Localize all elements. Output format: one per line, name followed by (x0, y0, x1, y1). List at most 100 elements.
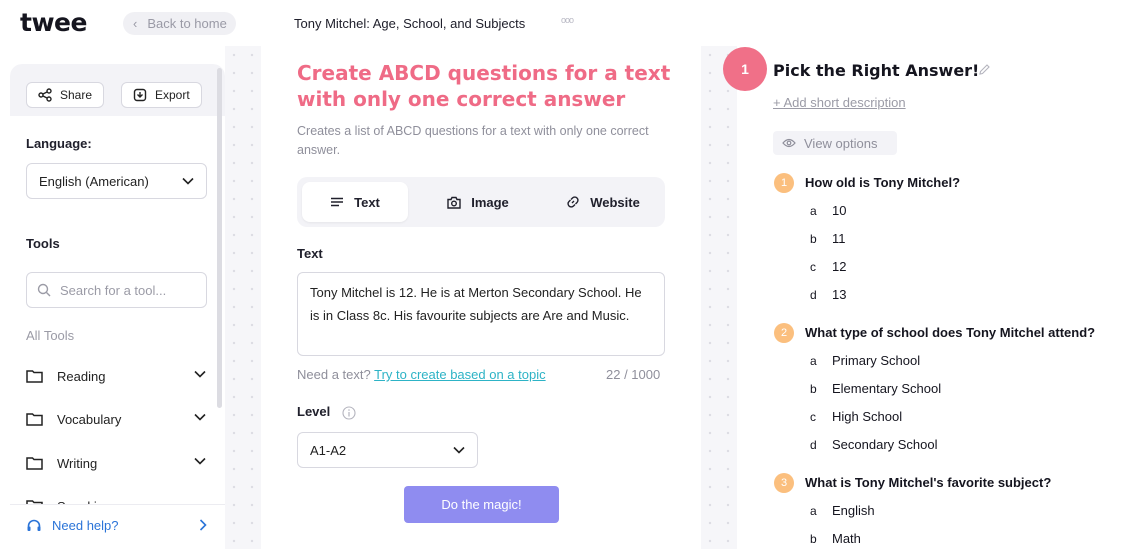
export-label: Export (155, 88, 190, 102)
option-text[interactable]: Elementary School (832, 381, 941, 396)
text-hint: Need a text? Try to create based on a to… (297, 367, 546, 382)
option-text[interactable]: 13 (832, 287, 846, 302)
option-letter: b (810, 232, 817, 246)
folder-icon (26, 370, 43, 383)
chevron-left-icon: ‹ (133, 16, 138, 31)
tool-title: Create ABCD questions for a text with on… (297, 61, 671, 111)
headset-icon (27, 519, 41, 531)
level-select[interactable]: A1-A2 (297, 432, 478, 468)
document-title[interactable]: Tony Mitchel: Age, School, and Subjects (294, 16, 525, 31)
export-icon (133, 88, 147, 102)
need-help-button[interactable]: Need help? (10, 504, 225, 546)
chevron-down-icon (194, 457, 206, 465)
option-letter: a (810, 504, 817, 518)
category-reading[interactable]: Reading (26, 366, 206, 386)
all-tools-label: All Tools (26, 328, 75, 343)
character-counter: 22 / 1000 (606, 367, 661, 382)
share-button[interactable]: Share (26, 82, 105, 108)
back-to-home-button[interactable]: ‹ Back to home (123, 12, 236, 35)
level-label: Level (297, 404, 331, 419)
tab-website[interactable]: Website (547, 182, 659, 222)
top-bar: twee ‹ Back to home Tony Mitchel: Age, S… (0, 0, 1144, 46)
option-text[interactable]: High School (832, 409, 902, 424)
level-value: A1-A2 (310, 442, 347, 458)
view-options-button[interactable]: View options (773, 131, 897, 155)
camera-icon (447, 196, 461, 209)
quiz-panel (737, 46, 1144, 549)
tool-search[interactable] (26, 272, 207, 308)
quiz-title[interactable]: Pick the Right Answer! (773, 61, 979, 80)
folder-icon (26, 413, 43, 426)
do-the-magic-button[interactable]: Do the magic! (404, 486, 559, 523)
option-text[interactable]: 12 (832, 259, 846, 274)
question-text[interactable]: How old is Tony Mitchel? (805, 175, 960, 190)
option-letter: a (810, 354, 817, 368)
question-number-badge: 1 (774, 173, 794, 193)
chevron-down-icon (182, 177, 194, 185)
canvas-gutter-left (225, 46, 261, 549)
option-letter: c (810, 410, 816, 424)
category-vocabulary[interactable]: Vocabulary (26, 409, 206, 429)
question-text[interactable]: What is Tony Mitchel's favorite subject? (805, 475, 1051, 490)
tool-search-input[interactable] (60, 282, 190, 298)
tab-label: Image (471, 194, 509, 210)
language-value: English (American) (39, 173, 149, 189)
view-options-label: View options (804, 135, 878, 151)
option-letter: d (810, 438, 817, 452)
chevron-down-icon (453, 446, 465, 454)
hint-text: Need a text? (297, 367, 371, 382)
input-type-tabs: Text Image Website (297, 177, 665, 227)
need-help-label: Need help? (52, 518, 119, 533)
level-field-label: Level (297, 404, 356, 420)
share-label: Share (60, 88, 93, 102)
more-options-icon[interactable]: ooo (561, 15, 574, 25)
canvas-gutter-right (701, 46, 737, 549)
sidebar: Share Export Language: English (American… (10, 64, 225, 546)
tab-label: Text (354, 194, 380, 210)
chevron-down-icon (194, 413, 206, 421)
category-label: Vocabulary (57, 411, 122, 427)
activity-number-badge: 1 (723, 47, 767, 91)
link-icon (567, 196, 579, 208)
option-text[interactable]: Math (832, 531, 861, 546)
lines-icon (331, 197, 344, 207)
text-field-label: Text (297, 246, 323, 261)
export-button[interactable]: Export (121, 82, 202, 108)
option-text[interactable]: Primary School (832, 353, 920, 368)
app-logo[interactable]: twee (20, 8, 87, 37)
option-letter: c (810, 260, 816, 274)
category-label: Writing (57, 455, 98, 471)
search-icon (37, 283, 51, 297)
option-text[interactable]: 11 (832, 231, 846, 246)
text-input[interactable]: Tony Mitchel is 12. He is at Merton Seco… (297, 272, 665, 356)
tab-image[interactable]: Image (423, 182, 533, 222)
folder-icon (26, 457, 43, 470)
option-text[interactable]: 10 (832, 203, 846, 218)
question-number-badge: 2 (774, 323, 794, 343)
tab-label: Website (590, 194, 640, 210)
option-letter: b (810, 382, 817, 396)
category-writing[interactable]: Writing (26, 453, 206, 473)
option-letter: a (810, 204, 817, 218)
info-icon[interactable] (342, 406, 356, 420)
tools-label: Tools (26, 236, 60, 251)
chevron-right-icon (199, 519, 207, 531)
share-icon (38, 88, 52, 102)
tool-description: Creates a list of ABCD questions for a t… (297, 124, 649, 157)
eye-icon (782, 138, 796, 148)
sidebar-scrollbar[interactable] (217, 68, 222, 408)
question-text[interactable]: What type of school does Tony Mitchel at… (805, 325, 1095, 340)
tool-panel: Create ABCD questions for a text with on… (261, 46, 701, 549)
chevron-down-icon (194, 370, 206, 378)
option-letter: d (810, 288, 817, 302)
language-label: Language: (26, 136, 92, 151)
create-from-topic-link[interactable]: Try to create based on a topic (374, 367, 546, 382)
option-text[interactable]: English (832, 503, 875, 518)
tab-text[interactable]: Text (302, 182, 408, 222)
back-label: Back to home (147, 16, 227, 31)
question-number-badge: 3 (774, 473, 794, 493)
pencil-icon[interactable] (978, 63, 991, 76)
language-select[interactable]: English (American) (26, 163, 207, 199)
option-text[interactable]: Secondary School (832, 437, 938, 452)
add-description-link[interactable]: + Add short description (773, 95, 906, 110)
